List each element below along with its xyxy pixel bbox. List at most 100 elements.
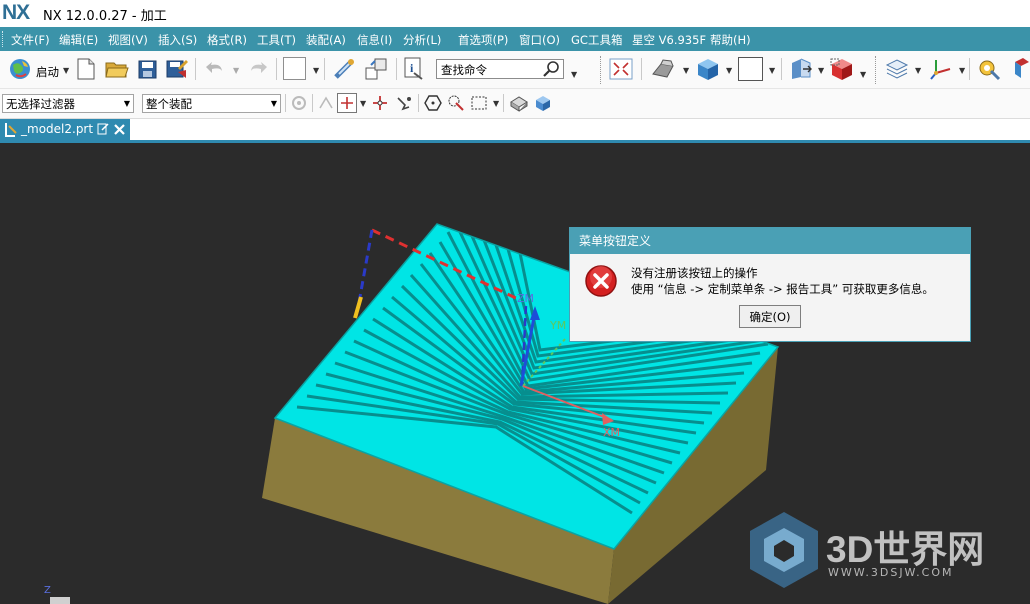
wcs-z-label: Z [44, 585, 51, 596]
section-view-icon[interactable] [788, 56, 814, 82]
toolbar-separator [276, 58, 277, 80]
toolbar-grip[interactable] [600, 56, 602, 84]
menu-gc-toolkit[interactable]: GC工具箱 [571, 32, 622, 48]
menu-insert[interactable]: 插入(S) [158, 32, 197, 48]
menu-help[interactable]: 帮助(H) [710, 32, 751, 48]
search-dropdown-icon[interactable]: ▼ [571, 70, 577, 79]
rectangle-select-icon[interactable] [469, 93, 489, 113]
watermark-url: WWW.3DSJW.COM [828, 566, 954, 579]
open-folder-icon[interactable] [104, 57, 130, 81]
error-icon [585, 265, 617, 297]
quick-pick-icon[interactable] [394, 93, 414, 113]
gc-toolkit-icon[interactable] [975, 56, 1003, 82]
toolbar-separator [285, 94, 286, 112]
chevron-down-icon: ▼ [123, 99, 130, 108]
toolbar-separator [195, 58, 196, 80]
xm-axis-label: XM [603, 426, 621, 439]
document-tab[interactable]: _model2.prt [0, 119, 130, 140]
start-dropdown-icon[interactable]: ▼ [63, 66, 69, 75]
menu-xingkong-plugin[interactable]: 星空 V6.935F [632, 32, 706, 48]
document-tab-bar [0, 119, 1030, 141]
toolbar-separator [641, 58, 642, 80]
more-tools-icon[interactable] [1012, 56, 1030, 82]
assembly-filter-icon[interactable] [289, 93, 309, 113]
selection-scope-value: 整个装配 [146, 97, 192, 111]
background-color-dropdown-icon[interactable]: ▼ [769, 66, 775, 75]
menu-format[interactable]: 格式(R) [207, 32, 247, 48]
chevron-down-icon: ▼ [270, 99, 277, 108]
layer-settings-dropdown-icon[interactable]: ▼ [915, 66, 921, 75]
menu-view[interactable]: 视图(V) [108, 32, 148, 48]
toolbar-separator [418, 94, 419, 112]
toolbar-separator [781, 58, 782, 80]
menu-assemblies[interactable]: 装配(A) [306, 32, 346, 48]
rectangle-select-dropdown-icon[interactable]: ▼ [493, 99, 499, 108]
snap-point-icon[interactable] [337, 93, 357, 113]
menu-file[interactable]: 文件(F) [11, 32, 50, 48]
new-file-icon[interactable] [75, 57, 97, 81]
render-style-icon[interactable] [650, 57, 676, 81]
background-color-icon[interactable] [738, 57, 763, 81]
search-icon[interactable] [541, 60, 563, 78]
information-icon[interactable]: i [401, 56, 425, 82]
save-icon[interactable] [136, 57, 158, 81]
shaded-view-dropdown-icon[interactable]: ▼ [726, 66, 732, 75]
render-style-dropdown-icon[interactable]: ▼ [683, 66, 689, 75]
menu-edit[interactable]: 编辑(E) [59, 32, 98, 48]
title-bar: NX NX 12.0.0.27 - 加工 [0, 0, 1030, 26]
blank-command-dropdown-icon[interactable]: ▼ [313, 66, 319, 75]
start-menu-label[interactable]: 启动 [36, 64, 59, 80]
toolbar-grip[interactable] [875, 56, 877, 84]
shaded-view-icon[interactable] [694, 56, 722, 82]
menu-information[interactable]: 信息(I) [357, 32, 392, 48]
section-view-dropdown-icon[interactable]: ▼ [818, 66, 824, 75]
edit-object-display-dropdown-icon[interactable]: ▼ [860, 70, 866, 79]
ym-axis-label: YM [550, 319, 567, 332]
tab-modified-icon [97, 123, 109, 135]
close-icon[interactable] [114, 124, 125, 135]
snap-point-dropdown-icon[interactable]: ▼ [360, 99, 366, 108]
toolbar-separator [969, 58, 970, 80]
menu-analysis[interactable]: 分析(L) [403, 32, 441, 48]
toolbar-separator [396, 58, 397, 80]
start-globe-icon[interactable] [7, 56, 33, 82]
select-feature-icon[interactable] [446, 93, 466, 113]
fit-view-icon[interactable] [608, 57, 634, 81]
show-all-icon[interactable] [532, 93, 554, 113]
wcs-dropdown-icon[interactable]: ▼ [959, 66, 965, 75]
undo-dropdown-icon[interactable]: ▼ [233, 66, 239, 75]
window-title: NX 12.0.0.27 - 加工 [43, 9, 167, 24]
toolbar-separator [503, 94, 504, 112]
toolpath-approach-line [356, 229, 374, 309]
snap-point-off-icon[interactable] [316, 93, 336, 113]
dialog-title[interactable]: 菜单按钮定义 [570, 228, 970, 254]
edit-object-display-icon[interactable] [828, 56, 856, 82]
menu-tools[interactable]: 工具(T) [257, 32, 296, 48]
blank-command-slot[interactable] [283, 57, 306, 80]
part-file-icon [5, 123, 17, 137]
save-as-icon[interactable] [165, 57, 189, 81]
selection-scope-select[interactable]: 整个装配 ▼ [142, 94, 281, 113]
cursor-pick-icon[interactable] [370, 93, 390, 113]
type-filter-value: 无选择过滤器 [6, 97, 75, 111]
window-arrange-icon[interactable] [363, 56, 389, 82]
watermark-logo-icon [750, 512, 818, 588]
menu-bar-grip[interactable] [2, 31, 6, 47]
menu-bar: 文件(F) 编辑(E) 视图(V) 插入(S) 格式(R) 工具(T) 装配(A… [0, 27, 1030, 51]
select-inside-icon[interactable] [423, 93, 443, 113]
redo-icon[interactable] [246, 58, 270, 80]
show-part-icon[interactable] [508, 93, 530, 113]
watermark-brand: 3D世界网 [826, 529, 985, 570]
toolbar-separator [324, 58, 325, 80]
layer-settings-icon[interactable] [883, 56, 911, 82]
ok-button[interactable]: 确定(O) [739, 305, 801, 328]
menu-preferences[interactable]: 首选项(P) [458, 32, 508, 48]
document-tab-label: _model2.prt [21, 122, 94, 136]
menu-window[interactable]: 窗口(O) [519, 32, 560, 48]
type-filter-select[interactable]: 无选择过滤器 ▼ [2, 94, 134, 113]
app-logo: NX [2, 1, 30, 24]
error-dialog: 菜单按钮定义 没有注册该按钮上的操作 使用 “信息 -> 定制菜单条 -> 报告… [569, 227, 971, 342]
touch-mode-icon[interactable] [331, 56, 357, 82]
undo-icon[interactable] [203, 58, 227, 80]
wcs-icon[interactable] [927, 56, 955, 82]
